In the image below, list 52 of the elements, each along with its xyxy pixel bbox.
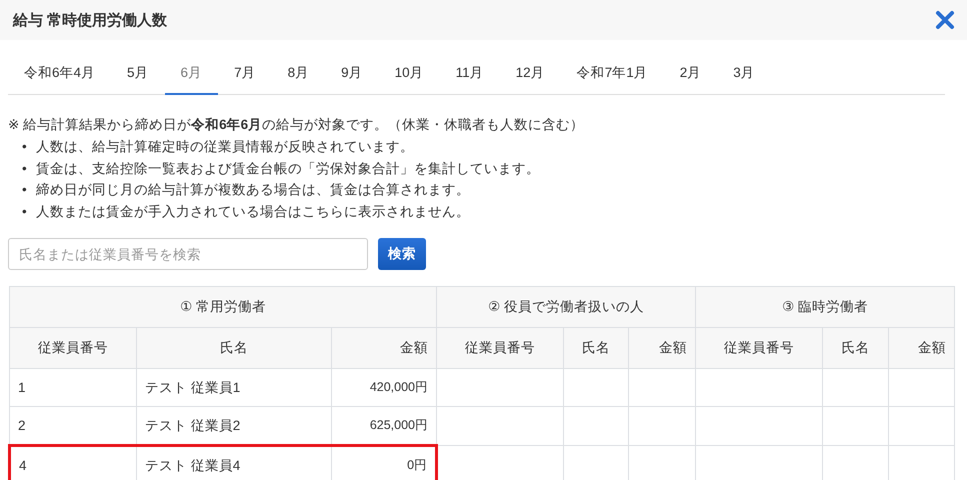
table-cell [564, 368, 629, 406]
table-cell [888, 406, 955, 446]
month-tab[interactable]: 2月 [664, 54, 718, 95]
column-header: 従業員番号 [10, 328, 136, 368]
month-tab[interactable]: 5月 [111, 54, 165, 95]
month-tab[interactable]: 9月 [325, 54, 379, 95]
table-cell [628, 368, 696, 406]
table-cell: 1 [10, 368, 136, 406]
bullet-marker: • [22, 202, 28, 220]
notice-bullet: 人数または賃金が手入力されている場合はこちらに表示されません。 [36, 202, 470, 220]
notice-bullet: 締め日が同じ月の給与計算が複数ある場合は、賃金は合算されます。 [36, 181, 470, 199]
table-cell: テスト 従業員4 [136, 446, 332, 480]
month-tab[interactable]: 8月 [272, 54, 326, 95]
notice-text: ※ 給与計算結果から締め日が令和6年6月の給与が対象です。（休業・休職者も人数に含む） [8, 116, 586, 134]
bullet-marker: • [22, 160, 28, 178]
month-tab[interactable]: 令和6年4月 [8, 54, 112, 95]
column-header: 従業員番号 [436, 328, 564, 368]
column-header: 金額 [888, 328, 955, 368]
table-cell [888, 368, 955, 406]
group-header: ① 常用労働者 [10, 286, 437, 328]
column-header: 従業員番号 [696, 328, 823, 368]
month-tab[interactable]: 6月 [164, 54, 218, 95]
table-cell: 0円 [332, 446, 437, 480]
close-icon[interactable] [935, 10, 955, 30]
search-field[interactable]: 氏名または従業員番号を検索 [8, 238, 368, 270]
table-cell: テスト 従業員1 [136, 368, 332, 406]
table-cell [628, 406, 696, 446]
table-cell: 420,000円 [332, 368, 437, 406]
month-tab[interactable]: 令和7年1月 [560, 54, 664, 95]
column-header: 氏名 [822, 328, 889, 368]
month-tab[interactable]: 10月 [378, 54, 440, 95]
group-header: ② 役員で労働者扱いの人 [436, 286, 696, 328]
month-tab[interactable]: 11月 [440, 54, 500, 95]
table-cell [822, 406, 889, 446]
month-tab[interactable]: 12月 [500, 54, 561, 95]
column-header: 氏名 [564, 328, 629, 368]
group-header: ③ 臨時労働者 [696, 286, 955, 328]
search-button[interactable]: 検索 [378, 238, 426, 270]
table-cell [822, 368, 889, 406]
table-cell [564, 406, 629, 446]
column-header: 氏名 [136, 328, 332, 368]
notice-bullet: 賃金は、支給控除一覧表および賃金台帳の「労保対象合計」を集計しています。 [36, 160, 540, 178]
bullet-marker: • [22, 181, 28, 199]
month-tab[interactable]: 3月 [717, 54, 771, 95]
notice-bullet: 人数は、給与計算確定時の従業員情報が反映されています。 [36, 138, 414, 156]
column-header: 金額 [628, 328, 696, 368]
dialog-title: 給与 常時使用労働人数 [13, 10, 168, 30]
bullet-marker: • [22, 138, 28, 156]
table-cell: 4 [10, 446, 136, 480]
month-tab[interactable]: 7月 [218, 54, 272, 95]
table-cell: 2 [10, 406, 136, 446]
column-header: 金額 [332, 328, 437, 368]
